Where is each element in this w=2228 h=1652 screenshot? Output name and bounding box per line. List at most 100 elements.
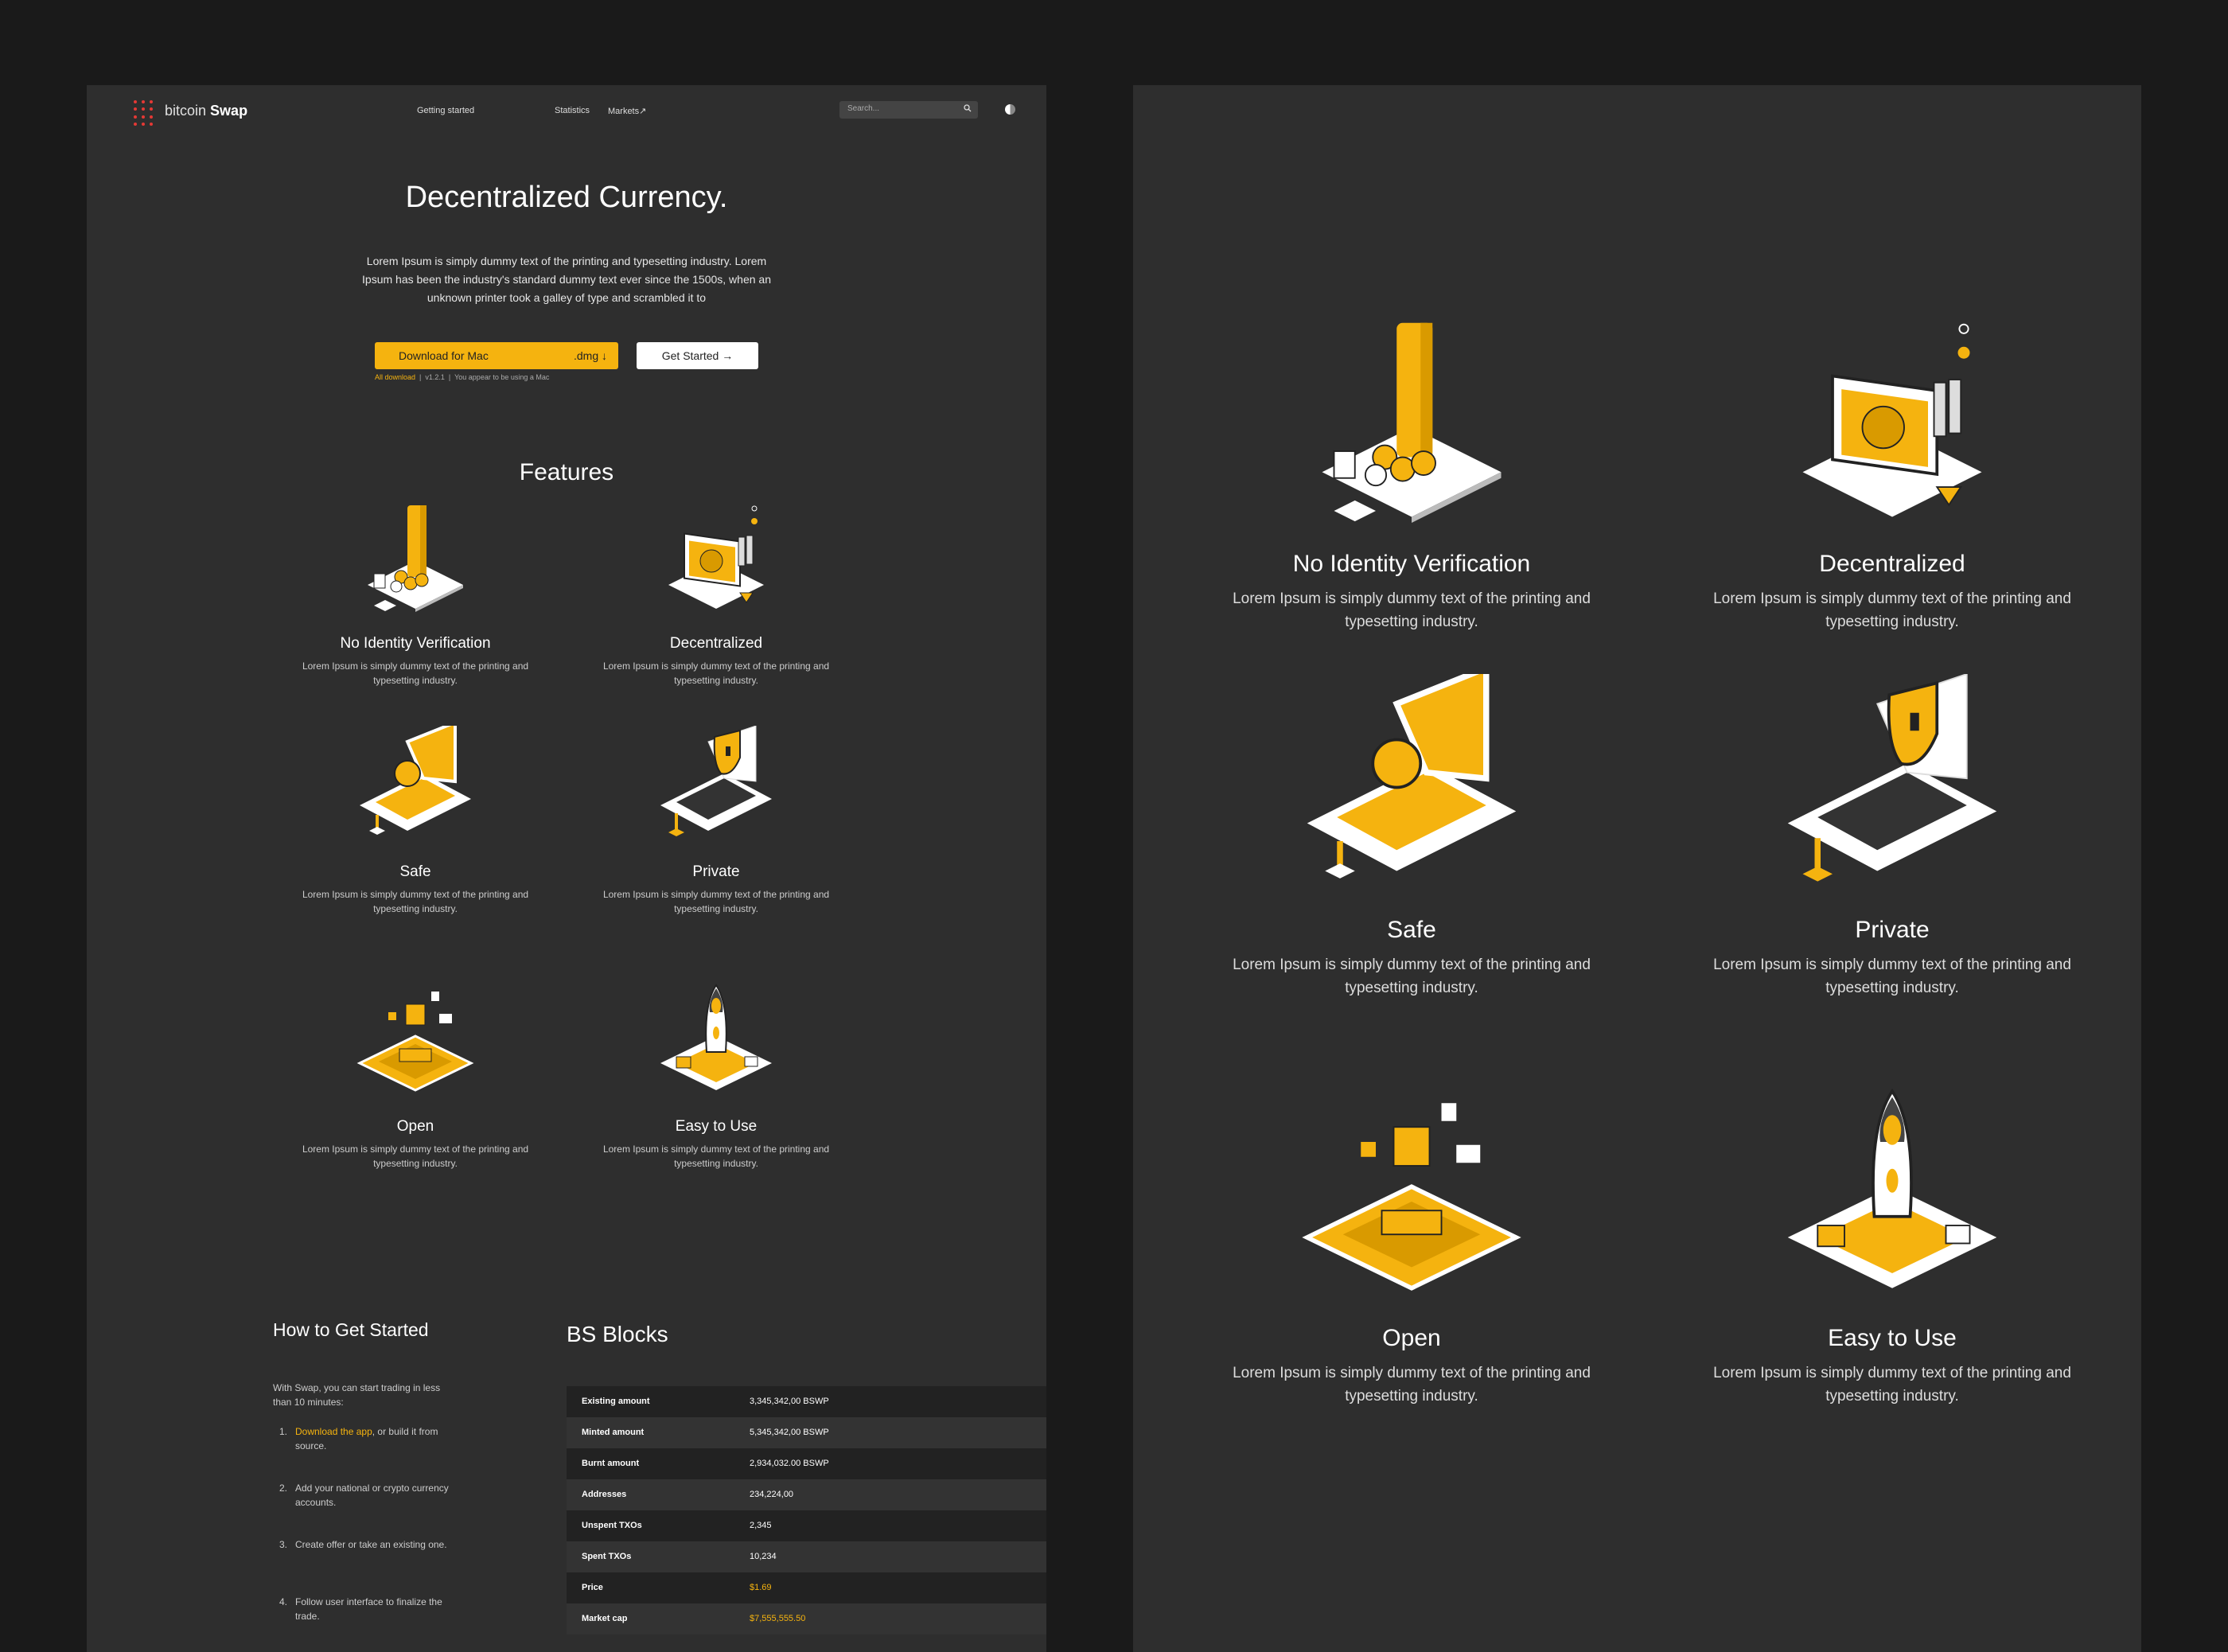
row-value: 10,234	[750, 1552, 777, 1561]
arrow-right-icon: →	[722, 349, 734, 362]
table-row: Addresses 234,224,00	[567, 1479, 1046, 1510]
nav-markets[interactable]: Markets↗	[608, 106, 646, 116]
download-app-link[interactable]: Download the app	[295, 1426, 372, 1437]
hero-title: Decentralized Currency.	[405, 181, 728, 214]
feature-desc: Lorem Ipsum is simply dummy text of the …	[602, 1144, 830, 1169]
download-label: Download for Mac	[399, 349, 489, 362]
feature-desc: Lorem Ipsum is simply dummy text of the …	[1713, 590, 2071, 630]
monitor-illustration	[652, 497, 780, 625]
how-to-title: How to Get Started	[273, 1319, 429, 1340]
row-value: 234,224,00	[750, 1490, 794, 1499]
step-text: Create offer or take an existing one.	[295, 1539, 447, 1550]
table-row: Unspent TXOs 2,345	[567, 1510, 1046, 1541]
feature-card: Easy to Use Lorem Ipsum is simply dummy …	[597, 980, 836, 1171]
feature-desc: Lorem Ipsum is simply dummy text of the …	[1713, 957, 2071, 996]
table-row: Burnt amount 2,934,032.00 BSWP	[567, 1448, 1046, 1479]
row-value: 2,345	[750, 1521, 772, 1530]
feature-card-large: No Identity Verification Lorem Ipsum is …	[1205, 308, 1618, 633]
row-key: Spent TXOs	[582, 1552, 632, 1561]
brand-bold: Swap	[210, 103, 248, 119]
get-started-label: Get Started	[661, 349, 719, 362]
row-key: Price	[582, 1583, 603, 1592]
feature-title: No Identity Verification	[1292, 551, 1531, 577]
feature-title: Decentralized	[669, 635, 763, 652]
table-row: Market cap $7,555,555.50	[567, 1603, 1046, 1634]
feature-title: Easy to Use	[675, 1118, 758, 1135]
arrow-down-icon: ↓	[602, 349, 607, 362]
feature-title: Decentralized	[1819, 551, 1965, 577]
feature-card-large: Safe Lorem Ipsum is simply dummy text of…	[1205, 674, 1618, 999]
open-platform-illustration	[352, 980, 479, 1108]
feature-card: Safe Lorem Ipsum is simply dummy text of…	[296, 726, 535, 916]
brand-light: bitcoin	[165, 103, 207, 119]
row-value: 2,934,032.00 BSWP	[750, 1459, 829, 1468]
shield-laptop-illustration	[652, 726, 780, 853]
rocket-illustration	[1773, 1082, 2012, 1321]
step-text: Follow user interface to finalize the tr…	[295, 1596, 442, 1622]
laptop-illustration	[1292, 674, 1531, 913]
feature-desc: Lorem Ipsum is simply dummy text of the …	[1233, 1365, 1591, 1405]
row-key: Market cap	[582, 1614, 628, 1623]
row-value: $7,555,555.50	[750, 1614, 806, 1623]
feature-desc: Lorem Ipsum is simply dummy text of the …	[1233, 957, 1591, 996]
feature-title: Open	[1382, 1325, 1441, 1351]
laptop-illustration	[352, 726, 479, 853]
feature-title: Safe	[1387, 917, 1436, 943]
row-value: $1.69	[750, 1583, 772, 1592]
row-key: Unspent TXOs	[582, 1521, 642, 1530]
search-placeholder: Search...	[847, 104, 880, 113]
feature-desc: Lorem Ipsum is simply dummy text of the …	[302, 660, 529, 686]
landing-page-panel: bitcoin Swap Getting started Statistics …	[87, 85, 1046, 1652]
os-note: You appear to be using a Mac	[454, 373, 550, 381]
row-value: 5,345,342,00 BSWP	[750, 1428, 829, 1437]
download-subline: All download | v1.2.1 | You appear to be…	[375, 373, 550, 381]
row-key: Addresses	[582, 1490, 627, 1499]
feature-card: Open Lorem Ipsum is simply dummy text of…	[296, 980, 535, 1171]
nav-statistics[interactable]: Statistics	[555, 106, 590, 115]
external-link-icon: ↗	[639, 107, 647, 116]
feature-card-large: Open Lorem Ipsum is simply dummy text of…	[1205, 1082, 1618, 1408]
feature-desc: Lorem Ipsum is simply dummy text of the …	[302, 1144, 529, 1169]
how-to-intro: With Swap, you can start trading in less…	[273, 1382, 441, 1408]
rocket-illustration	[652, 980, 780, 1108]
feature-title: No Identity Verification	[340, 635, 491, 652]
nav-markets-label: Markets	[608, 107, 640, 116]
feature-title: Safe	[399, 863, 431, 880]
logo-icon[interactable]	[134, 100, 153, 126]
hero-text: Lorem Ipsum is simply dummy text of the …	[362, 255, 771, 304]
features-zoom-panel: No Identity Verification Lorem Ipsum is …	[1133, 85, 2141, 1652]
blocks-title: BS Blocks	[567, 1322, 668, 1346]
download-mac-button[interactable]: Download for Mac .dmg ↓	[375, 342, 618, 369]
feature-title: Easy to Use	[1828, 1325, 1957, 1351]
phone-coins-illustration	[352, 497, 479, 625]
table-row: Minted amount 5,345,342,00 BSWP	[567, 1417, 1046, 1448]
get-started-button[interactable]: Get Started →	[637, 342, 758, 369]
feature-desc: Lorem Ipsum is simply dummy text of the …	[602, 889, 830, 914]
feature-desc: Lorem Ipsum is simply dummy text of the …	[302, 889, 529, 914]
feature-card: Decentralized Lorem Ipsum is simply dumm…	[597, 497, 836, 688]
table-row: Price $1.69	[567, 1572, 1046, 1603]
feature-card-large: Decentralized Lorem Ipsum is simply dumm…	[1685, 308, 2099, 633]
features-title: Features	[519, 459, 614, 485]
all-download-link[interactable]: All download	[375, 373, 415, 381]
step-text: Add your national or crypto currency acc…	[295, 1483, 449, 1508]
feature-desc: Lorem Ipsum is simply dummy text of the …	[1713, 1365, 2071, 1405]
search-icon[interactable]	[964, 104, 972, 112]
feature-card-large: Private Lorem Ipsum is simply dummy text…	[1685, 674, 2099, 999]
open-platform-illustration	[1292, 1082, 1531, 1321]
monitor-illustration	[1773, 308, 2012, 547]
table-row: Spent TXOs 10,234	[567, 1541, 1046, 1572]
search-input[interactable]: Search...	[839, 101, 978, 119]
nav-getting-started[interactable]: Getting started	[417, 106, 474, 115]
brand-name[interactable]: bitcoin Swap	[165, 103, 247, 119]
row-key: Existing amount	[582, 1397, 650, 1406]
theme-toggle-icon[interactable]	[1005, 104, 1015, 115]
feature-card: Private Lorem Ipsum is simply dummy text…	[597, 726, 836, 916]
feature-desc: Lorem Ipsum is simply dummy text of the …	[602, 660, 830, 686]
feature-title: Open	[396, 1118, 434, 1135]
shield-laptop-illustration	[1773, 674, 2012, 913]
version-label: v1.2.1	[425, 373, 445, 381]
feature-title: Private	[692, 863, 740, 880]
feature-card-large: Easy to Use Lorem Ipsum is simply dummy …	[1685, 1082, 2099, 1408]
row-value: 3,345,342,00 BSWP	[750, 1397, 829, 1406]
